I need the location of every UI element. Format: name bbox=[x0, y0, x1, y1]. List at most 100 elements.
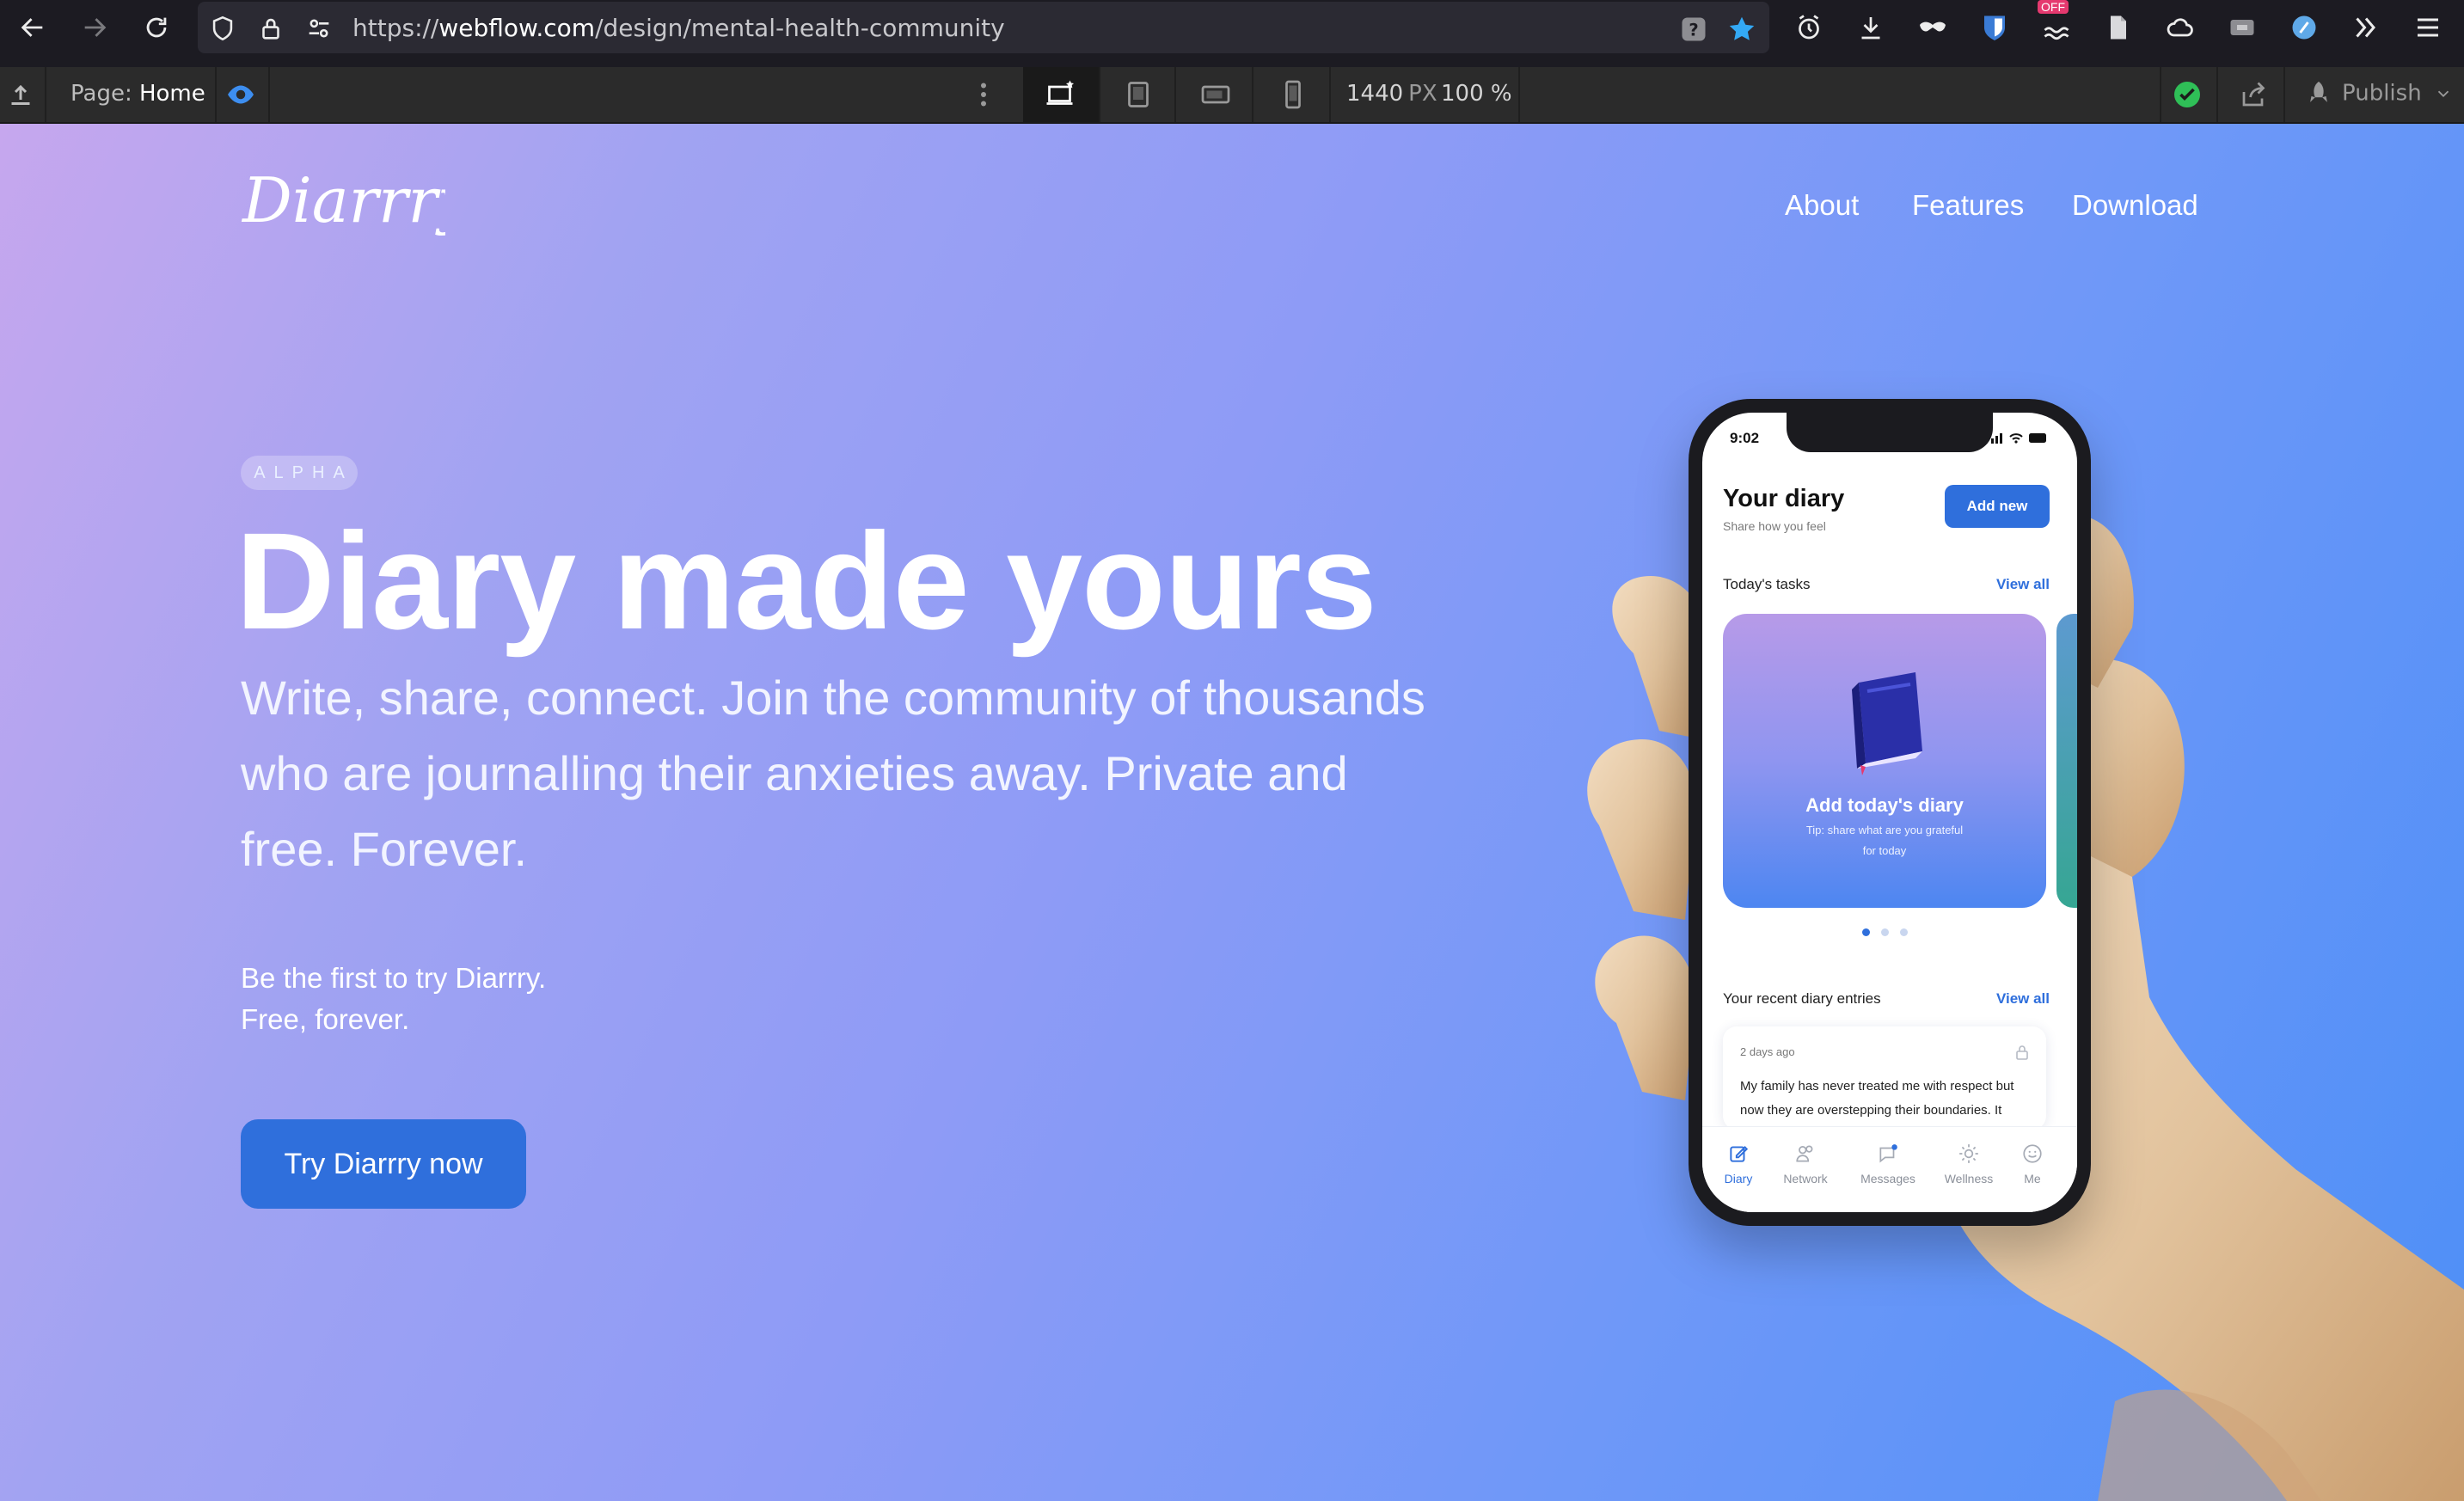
carousel-dot[interactable] bbox=[1881, 928, 1889, 936]
toolbar-divider bbox=[1099, 67, 1100, 122]
hamburger-menu-icon bbox=[2418, 18, 2438, 37]
toolbar-divider bbox=[268, 67, 270, 122]
nav-download[interactable]: Download bbox=[2072, 189, 2198, 222]
site-logo[interactable]: Diarrry bbox=[239, 160, 445, 256]
diary-entry-card[interactable]: 2 days ago My family has never treated m… bbox=[1723, 1026, 2046, 1130]
downloads-button[interactable] bbox=[1854, 10, 1888, 45]
mobile-landscape-breakpoint-button[interactable] bbox=[1198, 77, 1233, 112]
tracker-extension-button[interactable]: OFF bbox=[2038, 0, 2074, 45]
breakpoint-menu-button[interactable] bbox=[966, 77, 1001, 112]
cta-line-2: Free, forever. bbox=[241, 1003, 410, 1035]
preview-button[interactable] bbox=[224, 77, 258, 112]
private-mode-extension-button[interactable] bbox=[1915, 10, 1950, 45]
tab-diary[interactable]: Diary bbox=[1704, 1143, 1773, 1185]
waves-icon bbox=[2044, 27, 2069, 40]
phone-landscape-icon bbox=[1201, 85, 1230, 104]
bookmark-star-button[interactable] bbox=[1725, 12, 1759, 46]
site-permissions-icon[interactable] bbox=[304, 14, 334, 43]
upload-icon bbox=[11, 84, 30, 105]
tasks-view-all-link[interactable]: View all bbox=[1996, 576, 2050, 593]
app-subtitle: Share how you feel bbox=[1723, 519, 1826, 533]
desktop-star-icon bbox=[1046, 80, 1074, 105]
publish-label: Publish bbox=[2342, 80, 2422, 107]
page-name: Home bbox=[138, 81, 205, 107]
desktop-breakpoint-button[interactable] bbox=[1044, 77, 1078, 112]
mask-icon bbox=[1920, 21, 1946, 32]
share-button[interactable] bbox=[2237, 77, 2271, 112]
entry-date: 2 days ago bbox=[1740, 1045, 1795, 1058]
todays-tasks-heading: Today's tasks bbox=[1723, 576, 1811, 592]
more-extensions-button[interactable] bbox=[2349, 10, 2383, 45]
tab-me-label: Me bbox=[2024, 1172, 2041, 1185]
extension-badge: OFF bbox=[2038, 0, 2069, 14]
toolbar-divider bbox=[1252, 67, 1253, 122]
mobile-portrait-breakpoint-button[interactable] bbox=[1276, 77, 1310, 112]
page-label: Page: bbox=[70, 81, 132, 107]
share-icon bbox=[2242, 82, 2265, 107]
nav-features[interactable]: Features bbox=[1912, 189, 2024, 222]
site-status-button[interactable] bbox=[2170, 77, 2204, 112]
question-icon: ? bbox=[1682, 17, 1706, 41]
toolbar-divider bbox=[1518, 67, 1520, 122]
forward-button[interactable] bbox=[74, 7, 115, 48]
next-task-card[interactable] bbox=[2056, 614, 2077, 908]
add-new-button[interactable]: Add new bbox=[1945, 485, 2050, 528]
carousel-dot[interactable] bbox=[1900, 928, 1908, 936]
reload-icon bbox=[146, 17, 167, 38]
tab-network[interactable]: Network bbox=[1771, 1143, 1840, 1185]
toolbar-divider bbox=[1174, 67, 1176, 122]
tab-network-label: Network bbox=[1783, 1172, 1828, 1185]
canvas-width-value: 1440 bbox=[1346, 81, 1404, 107]
lock-icon[interactable] bbox=[256, 14, 285, 43]
add-diary-card-tip: Tip: share what are you grateful for tod… bbox=[1805, 824, 1964, 857]
reload-button[interactable] bbox=[136, 7, 177, 48]
phone-mockup: 9:02 Your diary Share how you feel Add n… bbox=[1689, 399, 2091, 1226]
eyedropper-icon bbox=[2292, 15, 2316, 40]
people-icon bbox=[1796, 1145, 1813, 1162]
tab-messages[interactable]: Messages bbox=[1854, 1143, 1922, 1185]
reader-help-button[interactable]: ? bbox=[1676, 12, 1711, 46]
recent-view-all-link[interactable]: View all bbox=[1996, 990, 2050, 1008]
chevron-down-icon bbox=[2437, 90, 2449, 98]
back-button[interactable] bbox=[12, 7, 53, 48]
publish-button[interactable]: Publish bbox=[2304, 79, 2453, 108]
toolbar-divider bbox=[215, 67, 217, 122]
page-selector[interactable]: Page: Home bbox=[70, 81, 205, 107]
star-icon bbox=[1729, 16, 1755, 40]
color-picker-extension-button[interactable] bbox=[2287, 10, 2321, 45]
tab-wellness-label: Wellness bbox=[1944, 1172, 1994, 1185]
browser-toolbar: https://webflow.com/design/mental-health… bbox=[0, 0, 2464, 55]
check-circle-icon bbox=[2174, 82, 2200, 107]
cloud-extension-button[interactable] bbox=[2163, 10, 2197, 45]
tablet-breakpoint-button[interactable] bbox=[1121, 77, 1155, 112]
alpha-badge: ALPHA bbox=[241, 456, 358, 490]
design-canvas: Diarrry About Features Download ALPHA Di… bbox=[0, 124, 2464, 1501]
tab-me[interactable]: Me bbox=[1998, 1143, 2067, 1185]
url-text[interactable]: https://webflow.com/design/mental-health… bbox=[352, 14, 1005, 42]
screen-icon bbox=[2230, 20, 2254, 35]
status-icons bbox=[1991, 433, 2046, 444]
timer-extension-button[interactable] bbox=[1792, 10, 1826, 45]
notes-extension-button[interactable] bbox=[2101, 10, 2136, 45]
phone-portrait-icon bbox=[1285, 80, 1301, 109]
sun-icon bbox=[1959, 1144, 1978, 1163]
tab-wellness[interactable]: Wellness bbox=[1934, 1143, 2003, 1185]
app-menu-button[interactable] bbox=[2411, 10, 2445, 45]
tracking-shield-icon[interactable] bbox=[208, 14, 237, 43]
app-title: Your diary bbox=[1723, 485, 1845, 512]
url-bar[interactable]: https://webflow.com/design/mental-health… bbox=[198, 2, 1769, 53]
url-domain: webflow.com bbox=[438, 14, 596, 42]
canvas-width[interactable]: 1440 PX bbox=[1346, 81, 1437, 107]
toolbar-divider bbox=[45, 67, 46, 122]
carousel-dot-active[interactable] bbox=[1862, 928, 1870, 936]
url-scheme: https:// bbox=[352, 14, 439, 42]
canvas-zoom[interactable]: 100 % bbox=[1441, 81, 1512, 107]
nav-about[interactable]: About bbox=[1785, 189, 1859, 222]
hero-title: Diary made yours bbox=[236, 504, 1377, 658]
add-diary-card[interactable]: Add today's diary Tip: share what are yo… bbox=[1723, 614, 2046, 908]
canvas-width-unit: PX bbox=[1408, 81, 1437, 107]
media-extension-button[interactable] bbox=[2225, 10, 2259, 45]
password-manager-button[interactable] bbox=[1977, 10, 2012, 45]
try-now-button[interactable]: Try Diarrry now bbox=[241, 1119, 526, 1209]
export-button[interactable] bbox=[3, 77, 38, 112]
